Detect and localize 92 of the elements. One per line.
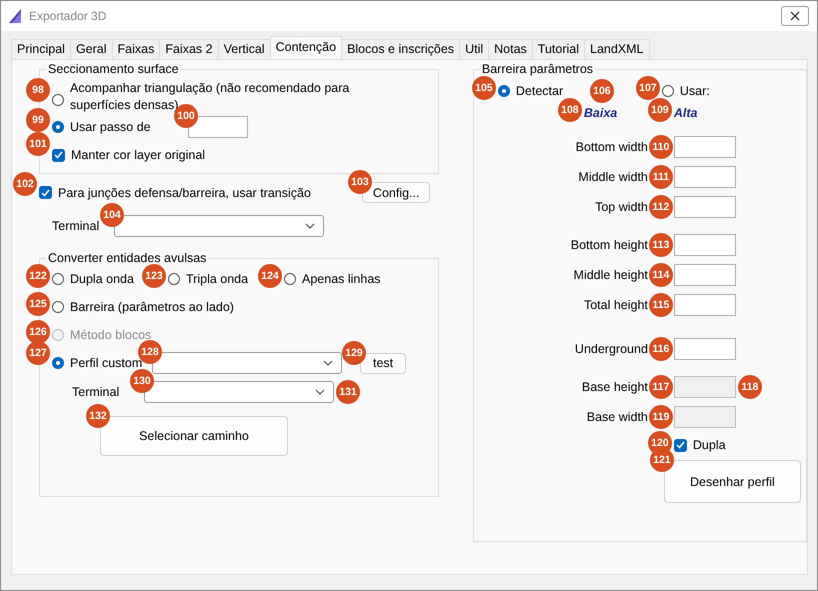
number-badge: 126	[26, 320, 50, 344]
radio-button[interactable]	[284, 273, 296, 285]
field-label: Bottom width	[574, 140, 648, 154]
close-button[interactable]	[781, 6, 809, 26]
option-label: Dupla	[692, 438, 726, 452]
chevron-icon	[323, 360, 333, 366]
window-title: Exportador 3D	[29, 9, 108, 23]
chevron-icon	[305, 223, 315, 229]
number-badge: 132	[86, 404, 110, 428]
option-label: Detectar	[516, 84, 564, 98]
number-badge: 127	[26, 341, 50, 365]
checkbox[interactable]	[52, 148, 65, 162]
number-field[interactable]	[674, 294, 736, 316]
number-badge: 99	[26, 108, 50, 132]
number-badge: 123	[142, 264, 166, 288]
tab[interactable]: Blocos e inscrições	[341, 39, 460, 59]
number-badge: 104	[100, 203, 124, 227]
number-badge: 129	[342, 340, 366, 364]
number-badge: 98	[26, 78, 50, 102]
number-badge: 107	[636, 76, 660, 100]
field-label: Top width	[594, 200, 648, 214]
number-badge: 130	[130, 369, 154, 393]
option-label: Usar passo de	[70, 120, 152, 134]
radio-button[interactable]	[168, 273, 180, 285]
preset-link[interactable]: Alta	[674, 106, 698, 120]
close-icon	[790, 11, 800, 21]
number-badge: 101	[26, 132, 50, 156]
number-badge: 105	[472, 76, 496, 100]
number-badge: 131	[336, 380, 360, 404]
checkbox[interactable]	[674, 438, 687, 452]
field-label: Underground	[574, 342, 648, 356]
number-badge: 106	[590, 79, 614, 103]
checkbox[interactable]	[39, 186, 52, 199]
number-badge: 103	[348, 170, 372, 194]
field-label: Total height	[582, 298, 648, 312]
number-badge: 111	[648, 165, 673, 189]
tab[interactable]: LandXML	[584, 39, 650, 59]
chevron-icon	[315, 389, 325, 395]
number-field[interactable]	[674, 166, 736, 188]
field-label: Bottom height	[570, 238, 648, 252]
check-icon	[54, 151, 63, 159]
number-badge: 114	[648, 263, 673, 287]
group-title: Barreira parâmetros	[480, 62, 594, 76]
number-badge: 109	[648, 98, 672, 122]
option-label: Tripla onda	[186, 272, 248, 286]
number-badge: 122	[26, 264, 50, 288]
radio-button[interactable]	[52, 121, 64, 133]
number-badge: 115	[648, 293, 673, 317]
radio-button[interactable]	[662, 85, 674, 97]
number-field[interactable]	[674, 234, 736, 256]
radio-button[interactable]	[52, 273, 64, 285]
number-badge: 102	[13, 172, 37, 196]
group-title: Seccionamento surface	[47, 62, 180, 76]
field-label: Middle height	[572, 268, 648, 282]
check-icon	[41, 188, 50, 196]
field-label: Middle width	[577, 170, 648, 184]
number-badge: 117	[648, 375, 673, 399]
option-label: Para junções defensa/barreira, usar transição	[58, 186, 311, 200]
option-label: Usar:	[680, 84, 710, 98]
radio-button[interactable]	[52, 357, 64, 369]
logo-icon	[7, 8, 23, 24]
radio-button[interactable]	[52, 94, 64, 106]
number-field[interactable]	[674, 196, 736, 218]
option-label: Barreira (parâmetros ao lado)	[70, 300, 234, 314]
group-title: Converter entidades avulsas	[47, 251, 208, 265]
option-label: Apenas linhas	[302, 272, 381, 286]
tab[interactable]: Principal	[11, 39, 71, 59]
number-field[interactable]	[674, 264, 736, 286]
field-label: Base height	[580, 380, 648, 394]
number-field[interactable]	[674, 338, 736, 360]
number-badge: 110	[648, 135, 673, 159]
field-label: Base width	[586, 410, 648, 424]
number-badge: 125	[26, 292, 50, 316]
option-label: Dupla onda	[70, 272, 134, 286]
number-badge: 118	[738, 375, 762, 399]
radio-button[interactable]	[52, 301, 64, 313]
option-label: Manter cor layer original	[71, 148, 206, 162]
number-badge: 116	[648, 337, 673, 361]
terminal-label: Terminal	[72, 385, 120, 399]
number-badge: 119	[648, 405, 673, 429]
radio-button[interactable]	[498, 85, 510, 97]
number-badge: 124	[258, 264, 282, 288]
number-badge: 112	[648, 195, 673, 219]
number-field[interactable]	[674, 136, 736, 158]
check-icon	[676, 441, 685, 449]
number-badge: 108	[558, 98, 582, 122]
terminal-label: Terminal	[52, 219, 100, 233]
option-label: Método blocos	[70, 328, 152, 342]
number-badge: 113	[648, 233, 673, 257]
preset-link[interactable]: Baixa	[584, 106, 618, 120]
tab[interactable]: Contenção	[270, 36, 342, 59]
number-badge: 121	[650, 448, 674, 472]
